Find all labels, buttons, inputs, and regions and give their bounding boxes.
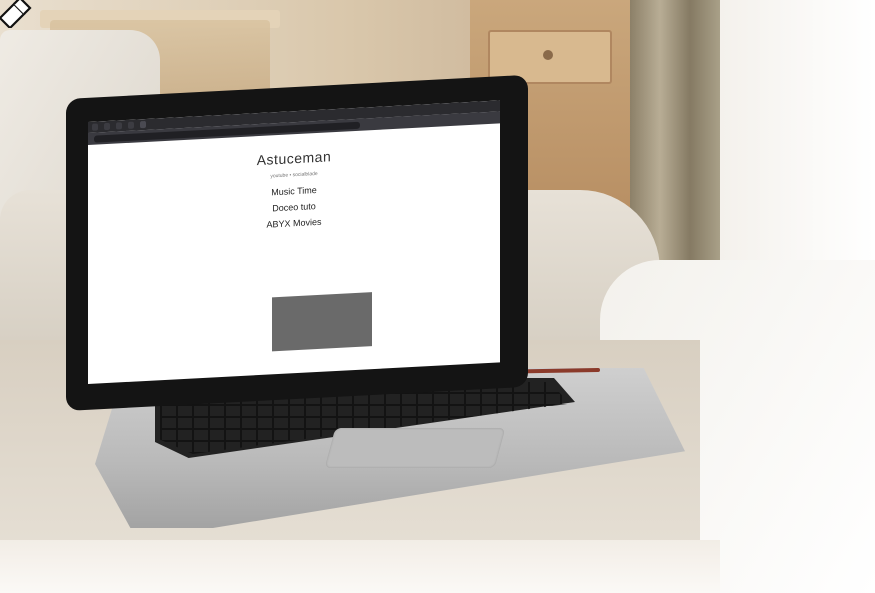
cookie-buttons — [272, 340, 372, 345]
photo-scene: Astuceman youtube • socialblade Music Ti… — [0, 0, 875, 593]
browser-tab-active[interactable] — [140, 120, 146, 129]
cookie-text — [277, 298, 367, 303]
cookie-banner — [272, 292, 372, 352]
trackpad — [324, 428, 506, 468]
laptop-screen: Astuceman youtube • socialblade Music Ti… — [88, 100, 500, 385]
sofa-edge — [0, 540, 720, 593]
browser-tab[interactable] — [104, 122, 110, 131]
browser-tab[interactable] — [128, 121, 134, 129]
web-page: Astuceman youtube • socialblade Music Ti… — [88, 123, 500, 384]
pen-icon — [0, 0, 32, 28]
cabinet-knob — [543, 50, 553, 60]
browser-tab[interactable] — [92, 123, 98, 131]
browser-tab[interactable] — [116, 122, 122, 130]
window-light — [720, 0, 875, 300]
